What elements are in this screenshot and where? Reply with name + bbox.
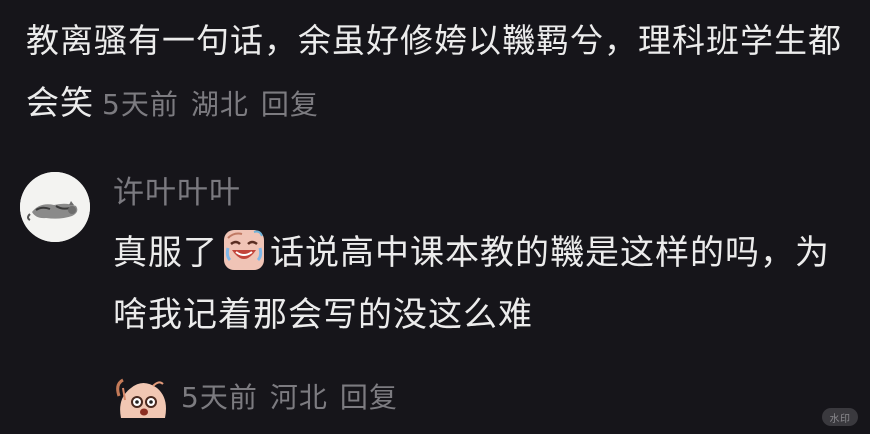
reply-meta-text: 5天前 河北 回复 <box>181 376 410 416</box>
top-comment-reply-button[interactable]: 回复 <box>261 88 319 121</box>
top-comment-time: 5天前 <box>102 88 179 121</box>
reply-meta: 5天前 河北 回复 <box>113 370 410 422</box>
crying-laughing-face-icon <box>224 230 264 270</box>
watermark-badge: 水印 <box>822 408 858 426</box>
reply-text-before-emoji: 真服了 <box>113 233 218 273</box>
top-comment: 教离骚有一句话，余虽好修姱以鞿羁兮，理科班学生都会笑 5天前 湖北 回复 <box>26 10 846 136</box>
reply-reply-button[interactable]: 回复 <box>340 381 398 414</box>
reply-comment: 许叶叶叶 真服了 话说高中课本教的鞿是这样的吗，为啥我记着那会写的没这么难 <box>113 170 833 346</box>
cat-avatar-icon <box>20 172 90 242</box>
reply-location: 河北 <box>269 381 328 414</box>
top-comment-meta: 5天前 湖北 回复 <box>102 88 331 121</box>
reply-text: 真服了 话说高中课本教的鞿是这样的吗，为啥我记着那会写的没这么难 <box>113 222 833 346</box>
reply-username[interactable]: 许叶叶叶 <box>113 170 833 216</box>
top-comment-location: 湖北 <box>190 88 249 121</box>
avatar[interactable] <box>20 172 90 242</box>
reply-text-after-emoji: 话说高中课本教的鞿是这样的吗，为啥我记着那会写的没这么难 <box>113 233 830 335</box>
comment-thread: 教离骚有一句话，余虽好修姱以鞿羁兮，理科班学生都会笑 5天前 湖北 回复 许叶叶叶 真… <box>0 0 870 434</box>
shocked-dog-sticker-icon <box>116 378 166 418</box>
reply-time: 5天前 <box>181 381 258 414</box>
